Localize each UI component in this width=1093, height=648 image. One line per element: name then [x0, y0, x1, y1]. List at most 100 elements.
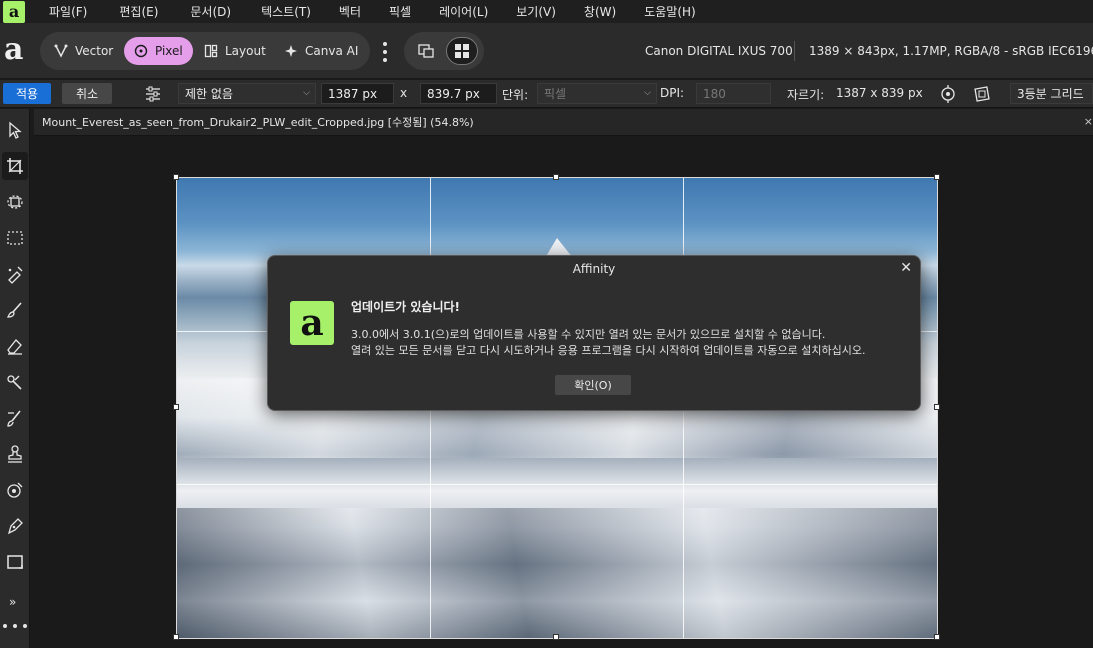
selection-brush-button[interactable] [2, 188, 28, 216]
tools-more-dots-icon[interactable] [3, 624, 27, 630]
crop-handle[interactable] [553, 634, 559, 640]
crop-handle[interactable] [934, 174, 940, 180]
menu-view[interactable]: 보기(V) [516, 3, 556, 20]
menu-text[interactable]: 텍스트(T) [261, 3, 311, 20]
chevron-down-icon: ⌵ [644, 88, 651, 98]
menu-edit[interactable]: 편집(E) [119, 3, 158, 20]
apply-button[interactable]: 적용 [3, 83, 51, 104]
menu-help[interactable]: 도움말(H) [644, 3, 696, 20]
app-logo-icon[interactable]: a [3, 0, 25, 23]
view-mode-grid-button[interactable] [446, 37, 478, 65]
persona-layout-label: Layout [225, 44, 266, 58]
view-mode-switcher [404, 32, 484, 70]
dimension-separator: x [400, 86, 408, 100]
chevron-down-icon: ⌵ [303, 88, 310, 98]
context-toolbar: 적용 취소 제한 없음 ⌵ 1387 px x 839.7 px 단위: 픽셀 … [0, 80, 1093, 108]
crop-width-input[interactable]: 1387 px [321, 83, 394, 104]
rectangular-marquee-icon [7, 231, 23, 245]
crop-size-label: 자르기: [787, 88, 825, 102]
main-toolbar: a Vector Pixel Layout Canva AI Canon DIG… [0, 23, 1093, 79]
more-options-icon[interactable] [378, 42, 392, 62]
paint-brush-icon [6, 302, 22, 318]
overlay-dropdown[interactable]: 3등분 그리드 [1010, 83, 1093, 104]
red-eye-icon [7, 482, 23, 498]
move-tool-button[interactable] [2, 116, 28, 144]
crop-handle[interactable] [553, 174, 559, 180]
menu-document[interactable]: 문서(D) [190, 3, 231, 20]
canva-ai-persona-icon [285, 45, 297, 57]
document-info-text: 1389 × 843px, 1.17MP, RGBA/8 - sRGB IEC6… [809, 44, 1093, 58]
persona-vector-label: Vector [75, 44, 114, 58]
clone-stamp-button[interactable] [2, 440, 28, 468]
ok-button[interactable]: 확인(O) [555, 375, 631, 395]
rectangle-tool-button[interactable] [2, 548, 28, 576]
menu-window[interactable]: 창(W) [584, 3, 616, 20]
vector-persona-icon [54, 44, 68, 58]
document-tab-title: Mount_Everest_as_seen_from_Drukair2_PLW_… [42, 116, 474, 129]
paint-brush-button[interactable] [2, 296, 28, 324]
unit-value: 픽셀 [544, 87, 567, 101]
flood-fill-icon [8, 266, 23, 284]
dialog-title: Affinity [572, 262, 616, 276]
crop-settings-icon[interactable] [143, 84, 163, 104]
pen-tool-button[interactable] [2, 512, 28, 540]
crop-handle[interactable] [934, 404, 940, 410]
flood-fill-button[interactable] [2, 260, 28, 288]
straighten-icon[interactable] [972, 84, 992, 104]
view-mode-a-icon [418, 44, 434, 58]
affinity-logo-icon: a [4, 32, 24, 67]
menu-pixel[interactable]: 픽셀 [389, 3, 411, 20]
crop-size-value: 1387 x 839 px [836, 86, 923, 100]
update-dialog: Affinity ✕ a 업데이트가 있습니다! 3.0.0에서 3.0.1(으… [267, 255, 921, 411]
persona-switcher: Vector Pixel Layout Canva AI [40, 32, 370, 70]
healing-brush-button[interactable] [2, 404, 28, 432]
affinity-app-icon: a [290, 301, 334, 345]
view-mode-a-button[interactable] [410, 37, 442, 65]
pixel-persona-icon [134, 44, 148, 58]
persona-vector-button[interactable]: Vector [44, 37, 123, 65]
toolbar-divider [794, 41, 795, 61]
crop-handle[interactable] [173, 634, 179, 640]
crop-height-input[interactable]: 839.7 px [420, 83, 497, 104]
cancel-button[interactable]: 취소 [62, 83, 112, 104]
menu-file[interactable]: 파일(F) [49, 3, 87, 20]
dpi-label: DPI: [660, 86, 685, 100]
dialog-message-line: 열려 있는 모든 문서를 닫고 다시 시도하거나 응용 프로그램을 다시 시작하… [351, 344, 866, 357]
erase-brush-button[interactable] [2, 332, 28, 360]
menu-layer[interactable]: 레이어(L) [439, 3, 488, 20]
persona-pixel-button[interactable]: Pixel [124, 37, 193, 65]
dialog-close-icon[interactable]: ✕ [900, 260, 912, 276]
persona-canva-ai-label: Canva AI [305, 44, 359, 58]
pen-tool-icon [7, 518, 23, 535]
document-tab[interactable]: Mount_Everest_as_seen_from_Drukair2_PLW_… [34, 109, 1093, 136]
marquee-tool-button[interactable] [2, 224, 28, 252]
crop-mode-value: 제한 없음 [185, 87, 233, 101]
rotate-crop-icon[interactable] [938, 84, 958, 104]
red-eye-button[interactable] [2, 476, 28, 504]
dialog-message-line: 3.0.0에서 3.0.1(으)로의 업데이트를 사용할 수 있지만 열려 있는… [351, 328, 826, 341]
crop-handle[interactable] [173, 174, 179, 180]
dodge-brush-button[interactable] [2, 368, 28, 396]
affinity-window: a 파일(F) 편집(E) 문서(D) 텍스트(T) 벡터 픽셀 레이어(L) … [0, 0, 1093, 648]
expand-tools-icon[interactable]: » [9, 595, 16, 609]
persona-layout-button[interactable]: Layout [194, 37, 276, 65]
grid-icon [455, 44, 469, 58]
overlay-value: 3등분 그리드 [1017, 87, 1084, 101]
crop-tool-icon [7, 158, 23, 174]
rectangle-tool-icon [7, 555, 23, 569]
camera-model-text: Canon DIGITAL IXUS 700 [645, 44, 793, 58]
dpi-input[interactable]: 180 [696, 83, 771, 104]
persona-canva-ai-button[interactable]: Canva AI [274, 37, 368, 65]
dialog-heading: 업데이트가 있습니다! [351, 300, 461, 314]
close-document-icon[interactable]: × [1084, 115, 1093, 128]
layout-persona-icon [204, 44, 218, 58]
crop-handle[interactable] [173, 404, 179, 410]
crop-tool-button[interactable] [2, 152, 28, 180]
move-tool-icon [9, 121, 22, 139]
menu-bar: a 파일(F) 편집(E) 문서(D) 텍스트(T) 벡터 픽셀 레이어(L) … [0, 0, 1093, 23]
tools-panel: » [0, 109, 30, 648]
menu-vector[interactable]: 벡터 [339, 3, 361, 20]
crop-mode-dropdown[interactable]: 제한 없음 ⌵ [178, 83, 316, 104]
crop-handle[interactable] [934, 634, 940, 640]
unit-dropdown[interactable]: 픽셀 ⌵ [537, 83, 657, 104]
